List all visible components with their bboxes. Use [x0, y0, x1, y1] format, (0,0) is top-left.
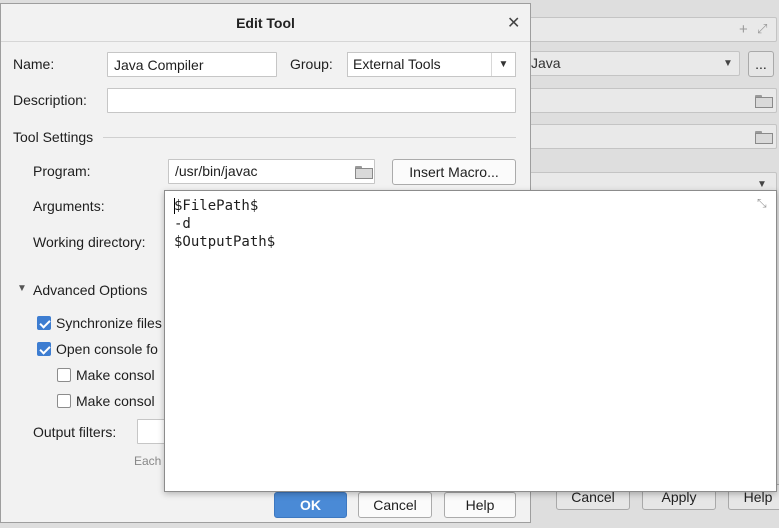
collapse-icon[interactable]: ⤡: [757, 196, 767, 211]
make-console-active-stderr-checkbox[interactable]: [57, 394, 71, 408]
chevron-down-icon[interactable]: ▼: [17, 283, 27, 294]
group-label: Group:: [290, 56, 333, 72]
parent-path-field-1: [520, 88, 777, 113]
ok-button[interactable]: OK: [274, 492, 347, 518]
chevron-down-icon[interactable]: ▼: [491, 53, 515, 76]
help-button[interactable]: Help: [444, 492, 516, 518]
parent-combo: Java ▼: [520, 51, 740, 76]
parent-top-field: + ⤢: [520, 17, 777, 42]
group-combo[interactable]: External Tools ▼: [347, 52, 516, 77]
working-directory-label: Working directory:: [33, 234, 146, 250]
chevron-down-icon: ▼: [757, 179, 767, 190]
close-icon[interactable]: ✕: [507, 13, 520, 33]
chevron-down-icon: ▼: [723, 58, 733, 69]
folder-icon[interactable]: [355, 166, 373, 179]
name-input[interactable]: [107, 52, 277, 77]
insert-macro-button[interactable]: Insert Macro...: [392, 159, 516, 185]
program-value: /usr/bin/javac: [175, 163, 258, 179]
dialog-titlebar: Edit Tool ✕: [1, 4, 530, 42]
arguments-line: -d: [174, 216, 191, 232]
make-console-active-stdout-checkbox[interactable]: [57, 368, 71, 382]
text-caret: [174, 198, 175, 214]
name-label: Name:: [13, 56, 55, 72]
advanced-options-toggle[interactable]: Advanced Options: [33, 282, 147, 298]
make-console-label-1: Make consol: [76, 367, 155, 383]
output-filters-hint: Each: [134, 454, 162, 468]
cancel-button[interactable]: Cancel: [358, 492, 432, 518]
program-input[interactable]: /usr/bin/javac: [168, 159, 375, 184]
parent-browse-button: ...: [748, 51, 774, 77]
arguments-label: Arguments:: [33, 198, 105, 214]
folder-icon: [755, 95, 773, 108]
arguments-text[interactable]: $FilePath$ -d $OutputPath$: [174, 197, 275, 251]
description-label: Description:: [13, 92, 87, 108]
section-divider: [103, 137, 516, 138]
expand-icon: ⤢: [757, 21, 768, 36]
open-console-checkbox[interactable]: [37, 342, 51, 356]
group-value: External Tools: [353, 56, 441, 72]
tool-settings-header: Tool Settings: [13, 129, 94, 145]
sync-files-label: Synchronize files: [56, 315, 162, 331]
arguments-line: $FilePath$: [174, 198, 259, 214]
arguments-expanded-editor[interactable]: $FilePath$ -d $OutputPath$ ⤡: [164, 190, 777, 492]
make-console-label-2: Make consol: [76, 393, 155, 409]
sync-files-checkbox[interactable]: [37, 316, 51, 330]
plus-icon: +: [739, 21, 748, 38]
program-label: Program:: [33, 163, 91, 179]
output-filters-label: Output filters:: [33, 424, 117, 440]
dialog-title: Edit Tool: [236, 15, 295, 31]
folder-icon: [755, 131, 773, 144]
description-input[interactable]: [107, 88, 516, 113]
open-console-label: Open console fo: [56, 341, 158, 357]
arguments-line: $OutputPath$: [174, 234, 276, 250]
parent-path-field-2: [520, 124, 777, 149]
